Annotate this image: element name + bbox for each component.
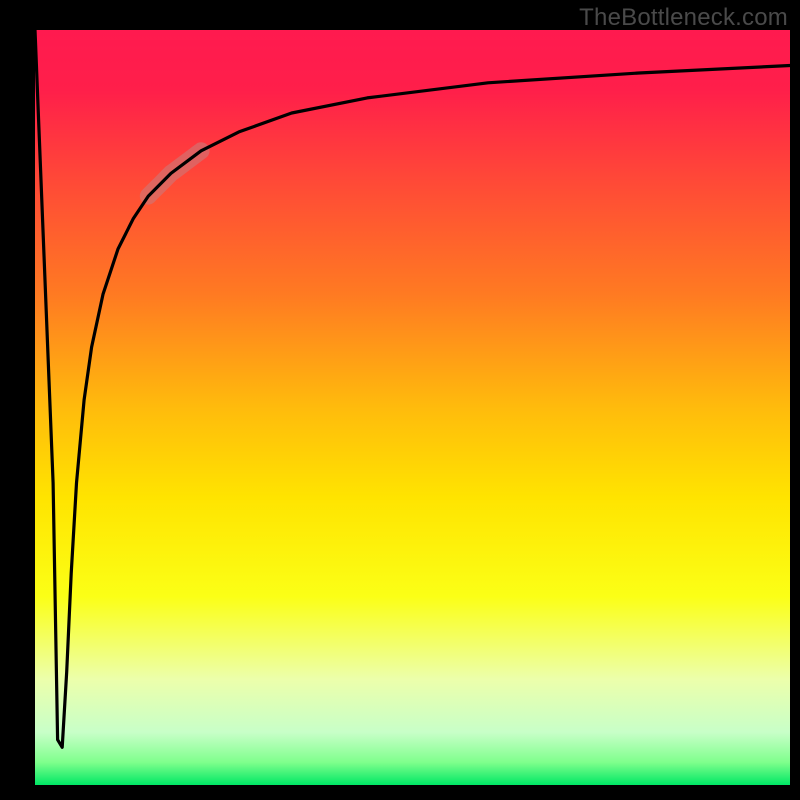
chart-canvas (0, 0, 800, 800)
chart-frame: TheBottleneck.com (0, 0, 800, 800)
plot-background (35, 30, 790, 785)
watermark-text: TheBottleneck.com (579, 4, 788, 32)
